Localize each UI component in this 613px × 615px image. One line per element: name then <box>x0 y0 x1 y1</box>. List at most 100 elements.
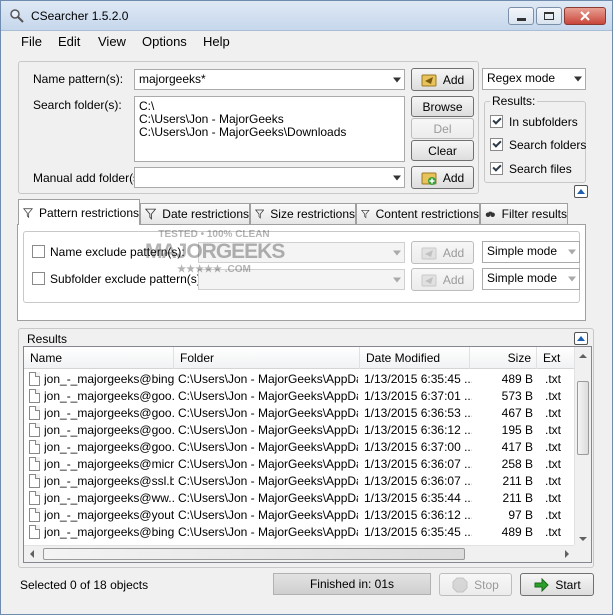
maximize-button[interactable] <box>536 7 562 25</box>
chevron-down-icon[interactable] <box>393 277 401 282</box>
scroll-right-icon[interactable] <box>565 550 569 558</box>
chevron-down-icon[interactable] <box>568 276 576 282</box>
column-size[interactable]: Size <box>470 347 537 369</box>
table-row[interactable]: jon_-_majorgeeks@ww... C:\Users\Jon - Maj… <box>24 490 575 507</box>
title-bar[interactable]: CSearcher 1.5.2.0 <box>1 1 612 31</box>
search-folder-list[interactable]: C:\ C:\Users\Jon - MajorGeeks C:\Users\J… <box>134 96 405 162</box>
search-folders-label[interactable]: Search folders <box>509 138 586 152</box>
results-horizontal-scrollbar[interactable] <box>24 545 575 562</box>
column-name[interactable]: Name <box>24 347 174 369</box>
tab-size-restrictions[interactable]: Size restrictions <box>250 203 356 224</box>
delete-folder-button[interactable]: Del <box>411 118 474 139</box>
table-row[interactable]: jon_-_majorgeeks@micr... C:\Users\Jon - M… <box>24 456 575 473</box>
tab-pattern-restrictions[interactable]: Pattern restrictions <box>18 199 140 225</box>
name-pattern-add-label: Add <box>442 72 465 87</box>
table-row[interactable]: jon_-_majorgeeks@goo... C:\Users\Jon - Ma… <box>24 439 575 456</box>
menu-view[interactable]: View <box>98 34 126 49</box>
table-row[interactable]: jon_-_majorgeeks@bing[... C:\Users\Jon - … <box>24 371 575 388</box>
table-row[interactable]: jon_-_majorgeeks@yout... C:\Users\Jon - M… <box>24 507 575 524</box>
add-label: Add <box>442 245 465 260</box>
menu-file[interactable]: File <box>21 34 42 49</box>
table-cell-size: 211 B <box>502 491 533 505</box>
scroll-left-icon[interactable] <box>30 550 34 558</box>
chevron-down-icon[interactable] <box>393 77 401 82</box>
menu-help[interactable]: Help <box>203 34 230 49</box>
table-cell-name: jon_-_majorgeeks@micr... <box>44 457 174 471</box>
folder-item[interactable]: C:\Users\Jon - MajorGeeks\Downloads <box>139 126 400 139</box>
close-icon <box>580 11 590 21</box>
name-exclude-add-button[interactable]: Add <box>411 241 474 264</box>
pattern-mode-combo[interactable]: Regex mode <box>482 68 586 90</box>
manual-add-folder-combo[interactable] <box>134 167 405 188</box>
vertical-scroll-thumb[interactable] <box>577 381 589 455</box>
close-button[interactable] <box>564 7 606 25</box>
table-cell-size: 467 B <box>501 406 533 420</box>
chevron-down-icon[interactable] <box>393 250 401 255</box>
chevron-down-icon[interactable] <box>393 175 401 180</box>
search-folders-checkbox[interactable] <box>490 138 503 151</box>
tab-date-restrictions[interactable]: Date restrictions <box>140 203 250 224</box>
table-cell-date-modified: 1/13/2015 6:36:07 ... <box>364 457 472 471</box>
add-pattern-icon <box>421 247 437 259</box>
table-cell-ext: .txt <box>545 423 562 437</box>
clear-folders-button[interactable]: Clear <box>411 140 474 161</box>
search-progress-bar: Finished in: 01s <box>273 573 431 595</box>
subfolder-exclude-checkbox[interactable] <box>32 272 45 285</box>
browse-button[interactable]: Browse <box>411 96 474 117</box>
manual-add-button[interactable]: Add <box>411 166 474 189</box>
name-exclude-mode-combo[interactable]: Simple mode <box>482 241 580 263</box>
table-cell-name: jon_-_majorgeeks@ww... <box>44 491 174 505</box>
name-pattern-combo[interactable]: majorgeeks* <box>134 69 405 90</box>
minimize-button[interactable] <box>508 7 534 25</box>
text-file-icon <box>29 406 40 420</box>
table-cell-date-modified: 1/13/2015 6:35:45 ... <box>364 372 472 386</box>
text-file-icon <box>29 457 40 471</box>
stop-button[interactable]: Stop <box>439 573 512 596</box>
table-cell-date-modified: 1/13/2015 6:35:44 ... <box>364 491 472 505</box>
name-exclude-checkbox[interactable] <box>32 245 45 258</box>
chevron-down-icon[interactable] <box>568 249 576 255</box>
table-row[interactable]: jon_-_majorgeeks@goo... C:\Users\Jon - Ma… <box>24 405 575 422</box>
menu-options[interactable]: Options <box>142 34 187 49</box>
start-arrow-icon <box>534 577 550 592</box>
horizontal-scroll-thumb[interactable] <box>43 548 465 560</box>
table-cell-folder: C:\Users\Jon - MajorGeeks\AppDa... <box>178 372 358 386</box>
tab-label: Pattern restrictions <box>38 205 139 220</box>
maximize-icon <box>544 12 554 20</box>
scroll-down-icon[interactable] <box>579 537 587 541</box>
menu-edit[interactable]: Edit <box>58 34 80 49</box>
in-subfolders-checkbox[interactable] <box>490 115 503 128</box>
search-files-checkbox[interactable] <box>490 162 503 175</box>
table-row[interactable]: jon_-_majorgeeks@goo... C:\Users\Jon - Ma… <box>24 388 575 405</box>
tab-filter-results[interactable]: Filter results <box>480 203 568 224</box>
subfolder-exclude-add-button[interactable]: Add <box>411 268 474 291</box>
column-date-modified[interactable]: Date Modified <box>360 347 470 369</box>
table-row[interactable]: jon_-_majorgeeks@bing[... C:\Users\Jon - … <box>24 524 575 541</box>
scroll-up-icon[interactable] <box>579 354 587 358</box>
start-button[interactable]: Start <box>520 573 594 596</box>
subfolder-exclude-mode-combo[interactable]: Simple mode <box>482 268 580 290</box>
results-vertical-scrollbar[interactable] <box>574 347 591 547</box>
table-cell-date-modified: 1/13/2015 6:36:12 ... <box>364 423 472 437</box>
table-row[interactable]: jon_-_majorgeeks@ssl.bi... C:\Users\Jon -… <box>24 473 575 490</box>
table-cell-ext: .txt <box>545 406 562 420</box>
table-row[interactable]: jon_-_majorgeeks@goo... C:\Users\Jon - Ma… <box>24 422 575 439</box>
table-cell-name: jon_-_majorgeeks@goo... <box>44 389 174 403</box>
name-pattern-value: majorgeeks* <box>139 72 206 86</box>
name-pattern-add-button[interactable]: Add <box>411 68 474 91</box>
tab-content-restrictions[interactable]: Content restrictions <box>356 203 480 224</box>
collapse-options-button[interactable] <box>574 185 588 198</box>
collapse-results-button[interactable] <box>574 332 588 345</box>
browse-label: Browse <box>422 99 463 114</box>
text-file-icon <box>29 474 40 488</box>
table-cell-size: 489 B <box>501 525 533 539</box>
app-window: CSearcher 1.5.2.0 File Edit View Options… <box>0 0 613 615</box>
in-subfolders-label[interactable]: In subfolders <box>509 115 578 129</box>
table-cell-date-modified: 1/13/2015 6:36:53 ... <box>364 406 472 420</box>
chevron-down-icon[interactable] <box>574 76 582 82</box>
scrollbar-corner <box>574 545 591 562</box>
table-cell-date-modified: 1/13/2015 6:35:45 ... <box>364 525 472 539</box>
column-folder[interactable]: Folder <box>174 347 360 369</box>
column-ext[interactable]: Ext <box>537 347 575 369</box>
results-list[interactable]: Name Folder Date Modified Size Ext jon_-… <box>23 346 592 563</box>
